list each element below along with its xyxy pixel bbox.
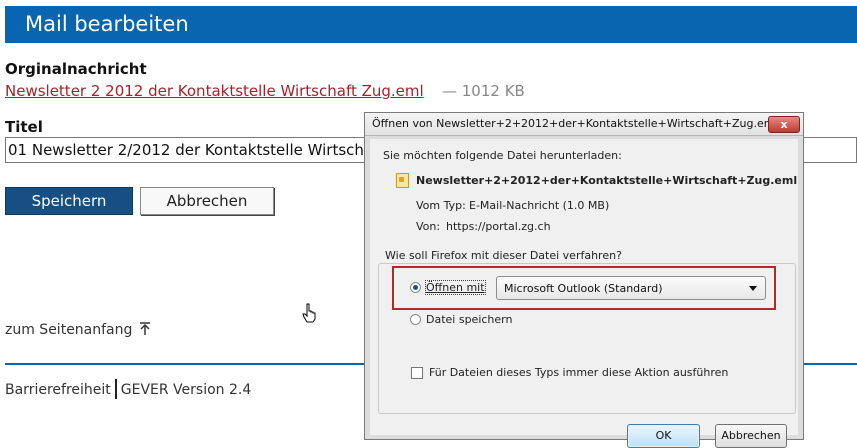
from-value: https://portal.zg.ch xyxy=(446,220,551,233)
arrow-to-top-icon xyxy=(139,322,150,335)
version-text: GEVER Version 2.4 xyxy=(120,382,252,398)
footer: Barrierefreiheit GEVER Version 2.4 xyxy=(5,379,251,399)
attachment-link[interactable]: Newsletter 2 2012 der Kontaktstelle Wirt… xyxy=(5,82,424,100)
ok-button[interactable]: OK xyxy=(627,424,700,448)
back-to-top-link[interactable]: zum Seitenanfang xyxy=(5,322,150,338)
title-label: Titel xyxy=(5,118,43,136)
always-action-checkbox[interactable] xyxy=(411,367,423,379)
dialog-titlebar[interactable]: Öffnen von Newsletter+2+2012+der+Kontakt… xyxy=(365,113,803,136)
always-action-label[interactable]: Für Dateien dieses Typs immer diese Akti… xyxy=(429,366,728,379)
cancel-button[interactable]: Abbrechen xyxy=(140,187,274,215)
mail-file-icon xyxy=(396,173,409,188)
save-button[interactable]: Speichern xyxy=(5,187,133,215)
application-select-value: Microsoft Outlook (Standard) xyxy=(504,282,663,295)
chevron-down-icon xyxy=(749,286,757,291)
accessibility-link[interactable]: Barrierefreiheit xyxy=(5,382,111,398)
save-file-label[interactable]: Datei speichern xyxy=(426,313,512,326)
open-with-label[interactable]: Öffnen mit xyxy=(425,280,486,295)
page-header: Mail bearbeiten xyxy=(5,6,857,43)
original-message-label: Orginalnachricht xyxy=(5,60,147,78)
download-dialog: Öffnen von Newsletter+2+2012+der+Kontakt… xyxy=(364,112,804,448)
download-file-name: Newsletter+2+2012+der+Kontaktstelle+Wirt… xyxy=(416,174,798,187)
close-icon[interactable]: x xyxy=(768,116,800,133)
save-file-radio[interactable] xyxy=(410,314,421,325)
type-value: E-Mail-Nachricht (1.0 MB) xyxy=(469,199,610,212)
hand-cursor-icon xyxy=(302,303,316,323)
type-label: Vom Typ: xyxy=(416,199,466,212)
back-to-top-label: zum Seitenanfang xyxy=(5,322,133,338)
radio-selected-dot xyxy=(413,285,418,290)
application-select[interactable]: Microsoft Outlook (Standard) xyxy=(496,276,766,300)
open-with-radio[interactable] xyxy=(410,282,421,293)
page-title: Mail bearbeiten xyxy=(25,12,189,36)
footer-separator xyxy=(114,379,117,399)
action-question: Wie soll Firefox mit dieser Datei verfah… xyxy=(382,249,625,262)
dialog-cancel-button[interactable]: Abbrechen xyxy=(715,424,787,448)
attachment-size: — 1012 KB xyxy=(442,82,525,100)
from-label: Von: xyxy=(416,220,441,233)
download-intro: Sie möchten folgende Datei herunterladen… xyxy=(383,149,622,162)
dialog-title: Öffnen von Newsletter+2+2012+der+Kontakt… xyxy=(372,117,778,130)
dialog-body: Sie möchten folgende Datei herunterladen… xyxy=(370,139,798,448)
